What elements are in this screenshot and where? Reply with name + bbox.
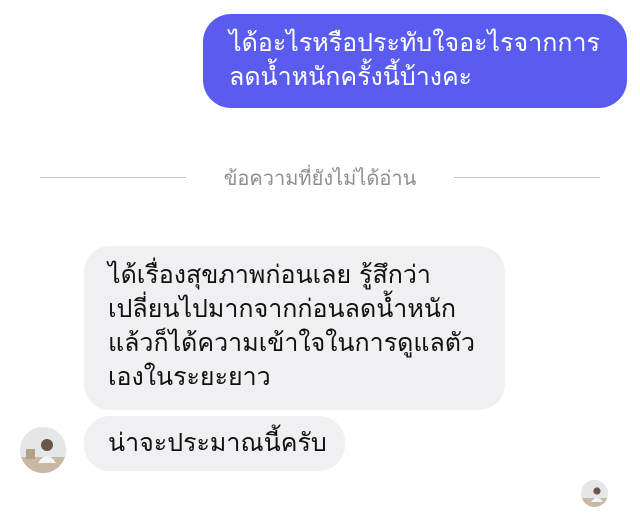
read-receipt-avatar: [581, 480, 608, 507]
sender-avatar[interactable]: [20, 427, 66, 473]
avatar-photo-icon: [20, 427, 66, 473]
read-receipt-photo-icon: [581, 480, 608, 507]
unread-divider-label: ข้อความที่ยังไม่ได้อ่าน: [223, 166, 417, 190]
incoming-message-bubble[interactable]: ได้เรื่องสุขภาพก่อนเลย รู้สึกว่า เปลี่ยน…: [84, 246, 505, 410]
divider-line-right: [454, 177, 600, 178]
unread-divider: ข้อความที่ยังไม่ได้อ่าน: [40, 164, 600, 192]
chat-screen: { "messages": [ { "direction": "outgoing…: [0, 0, 640, 531]
incoming-message-bubble[interactable]: น่าจะประมาณนี้ครับ: [84, 416, 345, 471]
outgoing-message-bubble[interactable]: ได้อะไรหรือประทับใจอะไรจากการ ลดน้ำหนักค…: [203, 14, 627, 108]
